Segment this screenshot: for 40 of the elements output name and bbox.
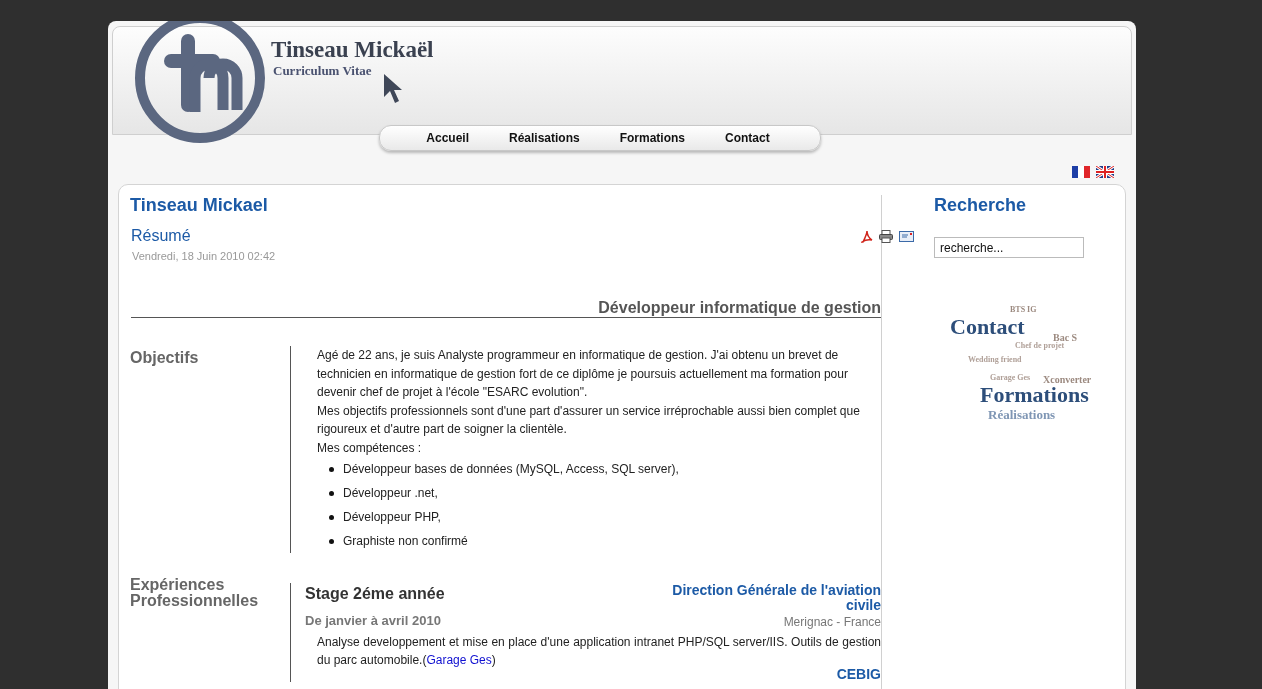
french-flag-icon[interactable] bbox=[1072, 166, 1090, 178]
article-headline: Développeur informatique de gestion bbox=[131, 298, 881, 318]
nav-link[interactable]: Formations bbox=[599, 129, 706, 147]
job-title: Stage 2éme année bbox=[305, 585, 445, 603]
paragraph: Agé de 22 ans, je suis Analyste programmeur en informatique de gestion. J'ai obtenu un brevet de technicien en informatique de gestion fort de ce diplôme je poursuis actuellement ma formation pour devenir chef de projet à l'école "ESARC evolution". bbox=[317, 347, 849, 401]
skill-item: Graphiste non confirmé bbox=[343, 533, 468, 550]
site-subtitle: Curriculum Vitae bbox=[273, 63, 373, 79]
bullet-icon bbox=[329, 466, 334, 472]
pdf-icon[interactable] bbox=[861, 229, 873, 243]
british-flag-icon[interactable] bbox=[1096, 166, 1114, 178]
project-link[interactable]: Garage Ges bbox=[426, 653, 492, 667]
tag-link[interactable]: Formations bbox=[980, 384, 1089, 406]
article-title[interactable]: Résumé bbox=[131, 227, 191, 245]
search-field[interactable]: recherche... bbox=[934, 237, 1084, 258]
bullet-icon bbox=[329, 514, 334, 520]
bullet-icon bbox=[329, 490, 334, 496]
skill-item: Développeur bases de données (MySQL, Access, SQL server), bbox=[343, 461, 679, 478]
sidebar-heading: Recherche bbox=[934, 195, 1028, 216]
skill-item: Développeur PHP, bbox=[343, 509, 441, 526]
section-label: Expériences Professionnelles bbox=[130, 575, 260, 611]
paragraph: Mes objectifs professionnels sont d'une part d'assurer un service irréprochable aussi bien complet que rigoureux et d'autre part de soigner la clientèle. bbox=[317, 402, 861, 438]
nav-link[interactable]: Accueil bbox=[406, 129, 489, 147]
skill-item: Développeur .net, bbox=[343, 485, 438, 502]
job-period: De janvier à avril 2010 bbox=[305, 613, 442, 628]
nav-link[interactable]: Contact bbox=[705, 129, 790, 147]
author-heading: Tinseau Mickael bbox=[130, 195, 269, 216]
nav-link[interactable]: Réalisations bbox=[489, 129, 600, 147]
job-description: Analyse developpement et mise en place d'une application intranet PHP/SQL server/IIS. Outils de gestion du parc automobile.(Garage Ges) bbox=[317, 634, 881, 669]
site-title: Tinseau Mickaël bbox=[271, 37, 434, 63]
company-name: CEBIG bbox=[835, 667, 881, 682]
company-name: Direction Générale de l'aviation civile bbox=[671, 583, 881, 613]
article-date: Vendredi, 18 Juin 2010 02:42 bbox=[132, 250, 277, 262]
print-icon[interactable] bbox=[879, 229, 893, 243]
tag-link[interactable]: Contact bbox=[950, 316, 1025, 338]
email-icon[interactable] bbox=[899, 230, 914, 242]
section-label: Objectifs bbox=[130, 348, 200, 368]
bullet-icon bbox=[329, 538, 334, 544]
job-location: Merignac - France bbox=[782, 615, 881, 629]
tag-link[interactable]: Bac S bbox=[1053, 333, 1078, 343]
paragraph: Mes compétences : bbox=[317, 439, 423, 457]
